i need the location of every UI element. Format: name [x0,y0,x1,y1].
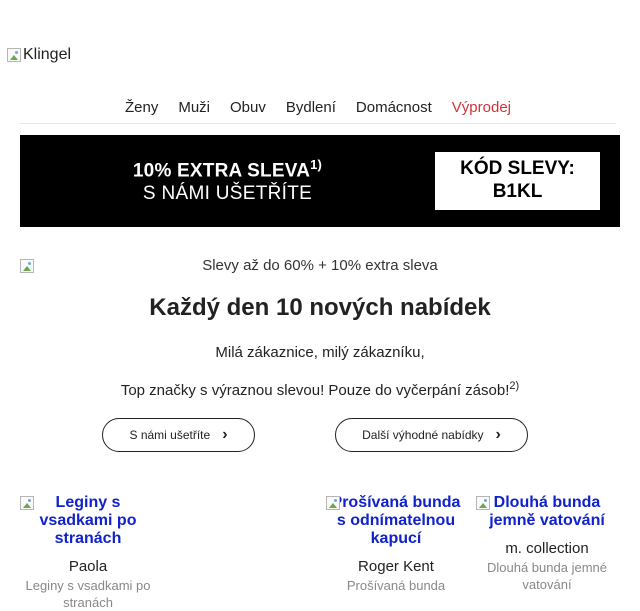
more-offers-button[interactable]: Další výhodné nabídky › [335,418,528,452]
broken-image-icon [20,496,34,510]
banner-text: 10% EXTRA SLEVA1) S NÁMI UŠETŘÍTE [20,157,435,205]
product-image-link[interactable]: Dlouhá bunda jemně vatování [476,494,618,530]
hero-image[interactable]: Slevy až do 60% + 10% extra sleva [20,257,620,275]
product-brand: m. collection [505,540,589,557]
product-card[interactable]: Prošívaná bunda s odnímatelnou kapucí Ro… [326,494,466,594]
nav-item-vyprodej[interactable]: Výprodej [452,99,511,123]
chevron-right-icon: › [495,426,501,443]
discount-code-box: KÓD SLEVY: B1KL [435,152,600,210]
description-body: Top značky s výraznou slevou! Pouze do v… [120,382,510,399]
product-image-link[interactable]: Leginy s vsadkami po stranách [20,494,156,548]
description-text: Top značky s výraznou slevou! Pouze do v… [0,380,640,399]
hero-image-alt: Slevy až do 60% + 10% extra sleva [202,257,438,274]
broken-image-icon [326,496,340,510]
nav-item-zeny[interactable]: Ženy [125,99,158,123]
klingel-logo[interactable]: Klingel [7,46,71,64]
broken-image-icon [476,496,490,510]
nav-item-bydleni[interactable]: Bydlení [286,99,336,123]
code-label: KÓD SLEVY: [460,158,575,179]
more-offers-label: Další výhodné nabídky [362,428,484,442]
product-description: Leginy s vsadkami po stranách [25,578,151,610]
product-card[interactable]: Leginy s vsadkami po stranách Paola Legi… [20,494,156,611]
product-title: Dlouhá bunda jemně vatování [489,494,605,529]
banner-line1: 10% EXTRA SLEVA [132,160,311,182]
banner-subline: S NÁMI UŠETŘÍTE [142,183,313,205]
product-image-link[interactable]: Prošívaná bunda s odnímatelnou kapucí [326,494,466,548]
nav-item-muzi[interactable]: Muži [178,99,210,123]
discount-banner[interactable]: 10% EXTRA SLEVA1) S NÁMI UŠETŘÍTE KÓD SL… [20,135,620,227]
product-title: Leginy s vsadkami po stranách [39,494,137,547]
banner-headline: 10% EXTRA SLEVA1) [20,157,435,182]
product-description: Dlouhá bunda jemné vatování [487,560,607,592]
product-description: Prošívaná bunda [346,578,446,593]
code-value: B1KL [492,181,543,202]
main-nav: Ženy Muži Obuv Bydlení Domácnost Výprode… [20,99,616,124]
logo-alt-text: Klingel [23,46,72,63]
nav-item-obuv[interactable]: Obuv [230,99,266,123]
description-footnote-ref: 2) [509,380,520,392]
broken-image-icon [7,48,21,62]
save-with-us-button[interactable]: S námi ušetříte › [102,418,255,452]
product-title: Prošívaná bunda s odnímatelnou kapucí [331,494,461,547]
banner-footnote-ref: 1) [310,157,323,172]
greeting-text: Milá zákaznice, milý zákazníku, [215,344,425,361]
product-brand: Paola [68,558,108,575]
page-headline: Každý den 10 nových nabídek [149,294,491,321]
product-card[interactable]: Dlouhá bunda jemně vatování m. collectio… [476,494,618,593]
nav-item-domacnost[interactable]: Domácnost [356,99,432,123]
chevron-right-icon: › [222,426,228,443]
product-brand: Roger Kent [358,558,434,575]
save-with-us-label: S námi ušetříte [129,428,211,442]
